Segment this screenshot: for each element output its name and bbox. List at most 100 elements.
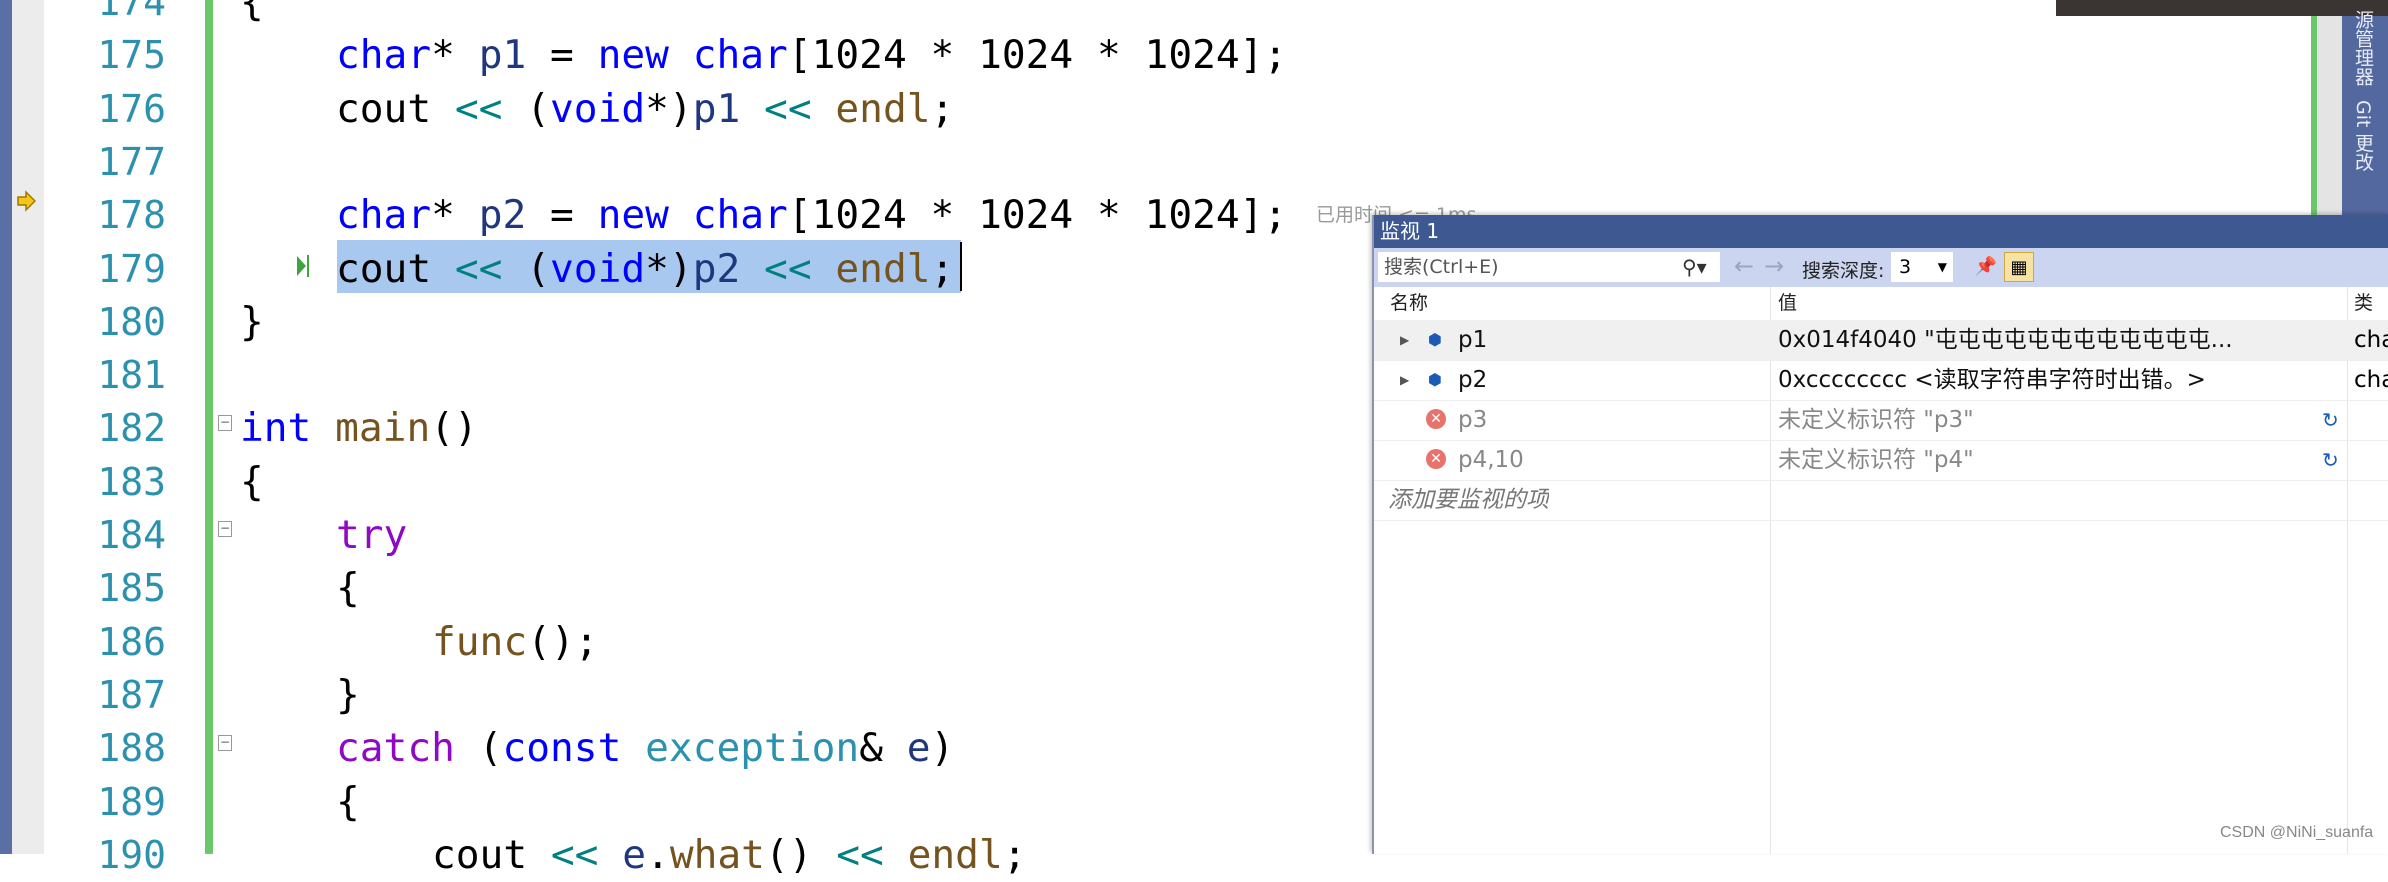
expand-arrow-icon[interactable]: ▶ (1400, 320, 1409, 360)
back-arrow-icon[interactable]: ← (1734, 252, 1754, 280)
line-number: 180 (97, 299, 166, 344)
watch-value: 未定义标识符 "p4" (1778, 447, 1974, 473)
line-number: 183 (97, 459, 166, 504)
side-tab-source-control[interactable]: 源管理器 (2350, 10, 2377, 86)
line-number: 179 (97, 246, 166, 291)
search-icon[interactable]: ⚲▾ (1682, 255, 1707, 279)
forward-arrow-icon[interactable]: → (1764, 252, 1784, 280)
code-line[interactable]: int main() (240, 402, 478, 455)
code-line[interactable]: cout << (void*)p1 << endl; (336, 83, 954, 136)
code-token: char (692, 192, 788, 239)
code-line[interactable]: cout << (void*)p2 << endl; (336, 243, 954, 296)
code-token: cout (336, 245, 432, 292)
code-line[interactable]: try (336, 509, 407, 562)
column-name[interactable]: 名称 (1390, 287, 1428, 320)
watch-type: cha (2354, 327, 2388, 353)
hex-display-icon[interactable]: ▦ (2004, 252, 2034, 282)
watch-name: p1 (1458, 327, 1488, 353)
code-line[interactable]: { (336, 562, 360, 615)
code-token: () (764, 831, 837, 878)
line-number: 177 (97, 139, 166, 184)
code-line[interactable]: char* p2 = new char[1024 * 1024 * 1024]; (336, 189, 1287, 242)
breakpoint-gutter[interactable] (12, 0, 44, 854)
code-token: ( (526, 245, 551, 292)
line-number: 178 (97, 193, 166, 238)
expand-arrow-icon[interactable]: ▶ (1400, 360, 1409, 400)
code-token: exception (645, 725, 860, 772)
code-token: endl (835, 245, 931, 292)
fold-toggle[interactable]: − (218, 521, 232, 537)
code-line[interactable]: func(); (432, 616, 598, 669)
fold-toggle[interactable]: − (218, 735, 232, 751)
code-token: << (740, 85, 836, 132)
refresh-icon[interactable]: ↻ (2322, 400, 2339, 440)
code-token: *) (645, 245, 693, 292)
code-token: << (836, 831, 908, 878)
code-token: . (646, 831, 670, 878)
watch-header: 名称 值 类型 (1374, 287, 2388, 347)
code-token: e (906, 725, 931, 772)
refresh-icon[interactable]: ↻ (2322, 440, 2339, 480)
add-watch-row[interactable]: 添加要监视的项 (1374, 480, 2388, 521)
watch-row[interactable]: ✕ p4,10 未定义标识符 "p4" ↻ (1374, 440, 2388, 481)
code-token: { (240, 0, 264, 25)
code-token: ( (454, 725, 503, 772)
pin-filter-icon[interactable]: 📌 (1971, 252, 2001, 282)
side-tab-git-changes[interactable]: Git 更改 (2350, 100, 2377, 172)
code-line[interactable]: cout << e.what() << endl; (432, 829, 1027, 882)
column-value[interactable]: 值 (1778, 287, 1797, 320)
code-line[interactable]: { (240, 456, 264, 509)
code-token: [1024 * 1024 * 1024]; (787, 192, 1288, 239)
change-tracking-bar (205, 0, 213, 854)
code-line[interactable]: } (240, 296, 264, 349)
code-token: int (240, 405, 312, 452)
fold-toggle[interactable]: − (218, 415, 232, 431)
watch-row[interactable]: ▶ ⬢ p1 0x014f4040 "屯屯屯屯屯屯屯屯屯屯屯屯... cha (1374, 320, 2388, 361)
code-line[interactable]: catch (const exception& e) (336, 722, 954, 775)
run-to-click-icon[interactable] (296, 252, 310, 280)
code-line[interactable]: { (240, 0, 264, 29)
code-token: ; (1002, 831, 1027, 878)
watch-type: cha (2354, 367, 2388, 393)
code-token: cout (336, 85, 432, 132)
search-depth-select[interactable]: 3 ▼ (1891, 252, 1953, 282)
code-token: } (240, 298, 264, 345)
code-token: { (336, 565, 360, 612)
watch-row[interactable]: ▶ ⬢ p2 0xcccccccc <读取字符串字符时出错。> cha (1374, 360, 2388, 401)
code-token: = (526, 32, 598, 79)
watch-name: p4,10 (1458, 447, 1524, 473)
code-token: ; (930, 85, 955, 132)
line-number: 189 (97, 779, 166, 824)
line-number: 185 (97, 566, 166, 611)
search-input[interactable]: 搜索(Ctrl+E) (1378, 252, 1720, 282)
chevron-down-icon: ▼ (1937, 260, 1947, 274)
code-line[interactable]: } (336, 669, 360, 722)
code-token: << (431, 85, 527, 132)
code-token: e (622, 831, 647, 878)
line-number: 184 (97, 513, 166, 557)
code-token: << (431, 245, 527, 292)
code-token: (); (527, 618, 599, 665)
text-caret (960, 242, 962, 291)
search-depth-value: 3 (1899, 256, 1912, 278)
code-token: * (431, 32, 479, 79)
watch-row[interactable]: ✕ p3 未定义标识符 "p3" ↻ (1374, 400, 2388, 441)
line-number: 176 (97, 86, 166, 131)
code-token: void (550, 85, 646, 132)
watermark: CSDN @NiNi_suanfa (2220, 824, 2374, 841)
code-line[interactable]: char* p1 = new char[1024 * 1024 * 1024]; (336, 29, 1287, 82)
code-token: } (336, 671, 360, 718)
code-token: ; (930, 245, 955, 292)
code-token: [1024 * 1024 * 1024]; (787, 32, 1288, 79)
code-token: new (597, 192, 669, 239)
code-token: main (335, 405, 431, 452)
code-token: = (526, 192, 598, 239)
code-token: * (431, 192, 479, 239)
code-token: catch (336, 725, 455, 772)
line-number: 174 (97, 0, 166, 24)
scrollbar[interactable] (2317, 16, 2342, 215)
watch-title: 监视 1 (1374, 215, 2388, 248)
code-token: p1 (478, 32, 527, 79)
code-line[interactable]: { (336, 776, 360, 829)
